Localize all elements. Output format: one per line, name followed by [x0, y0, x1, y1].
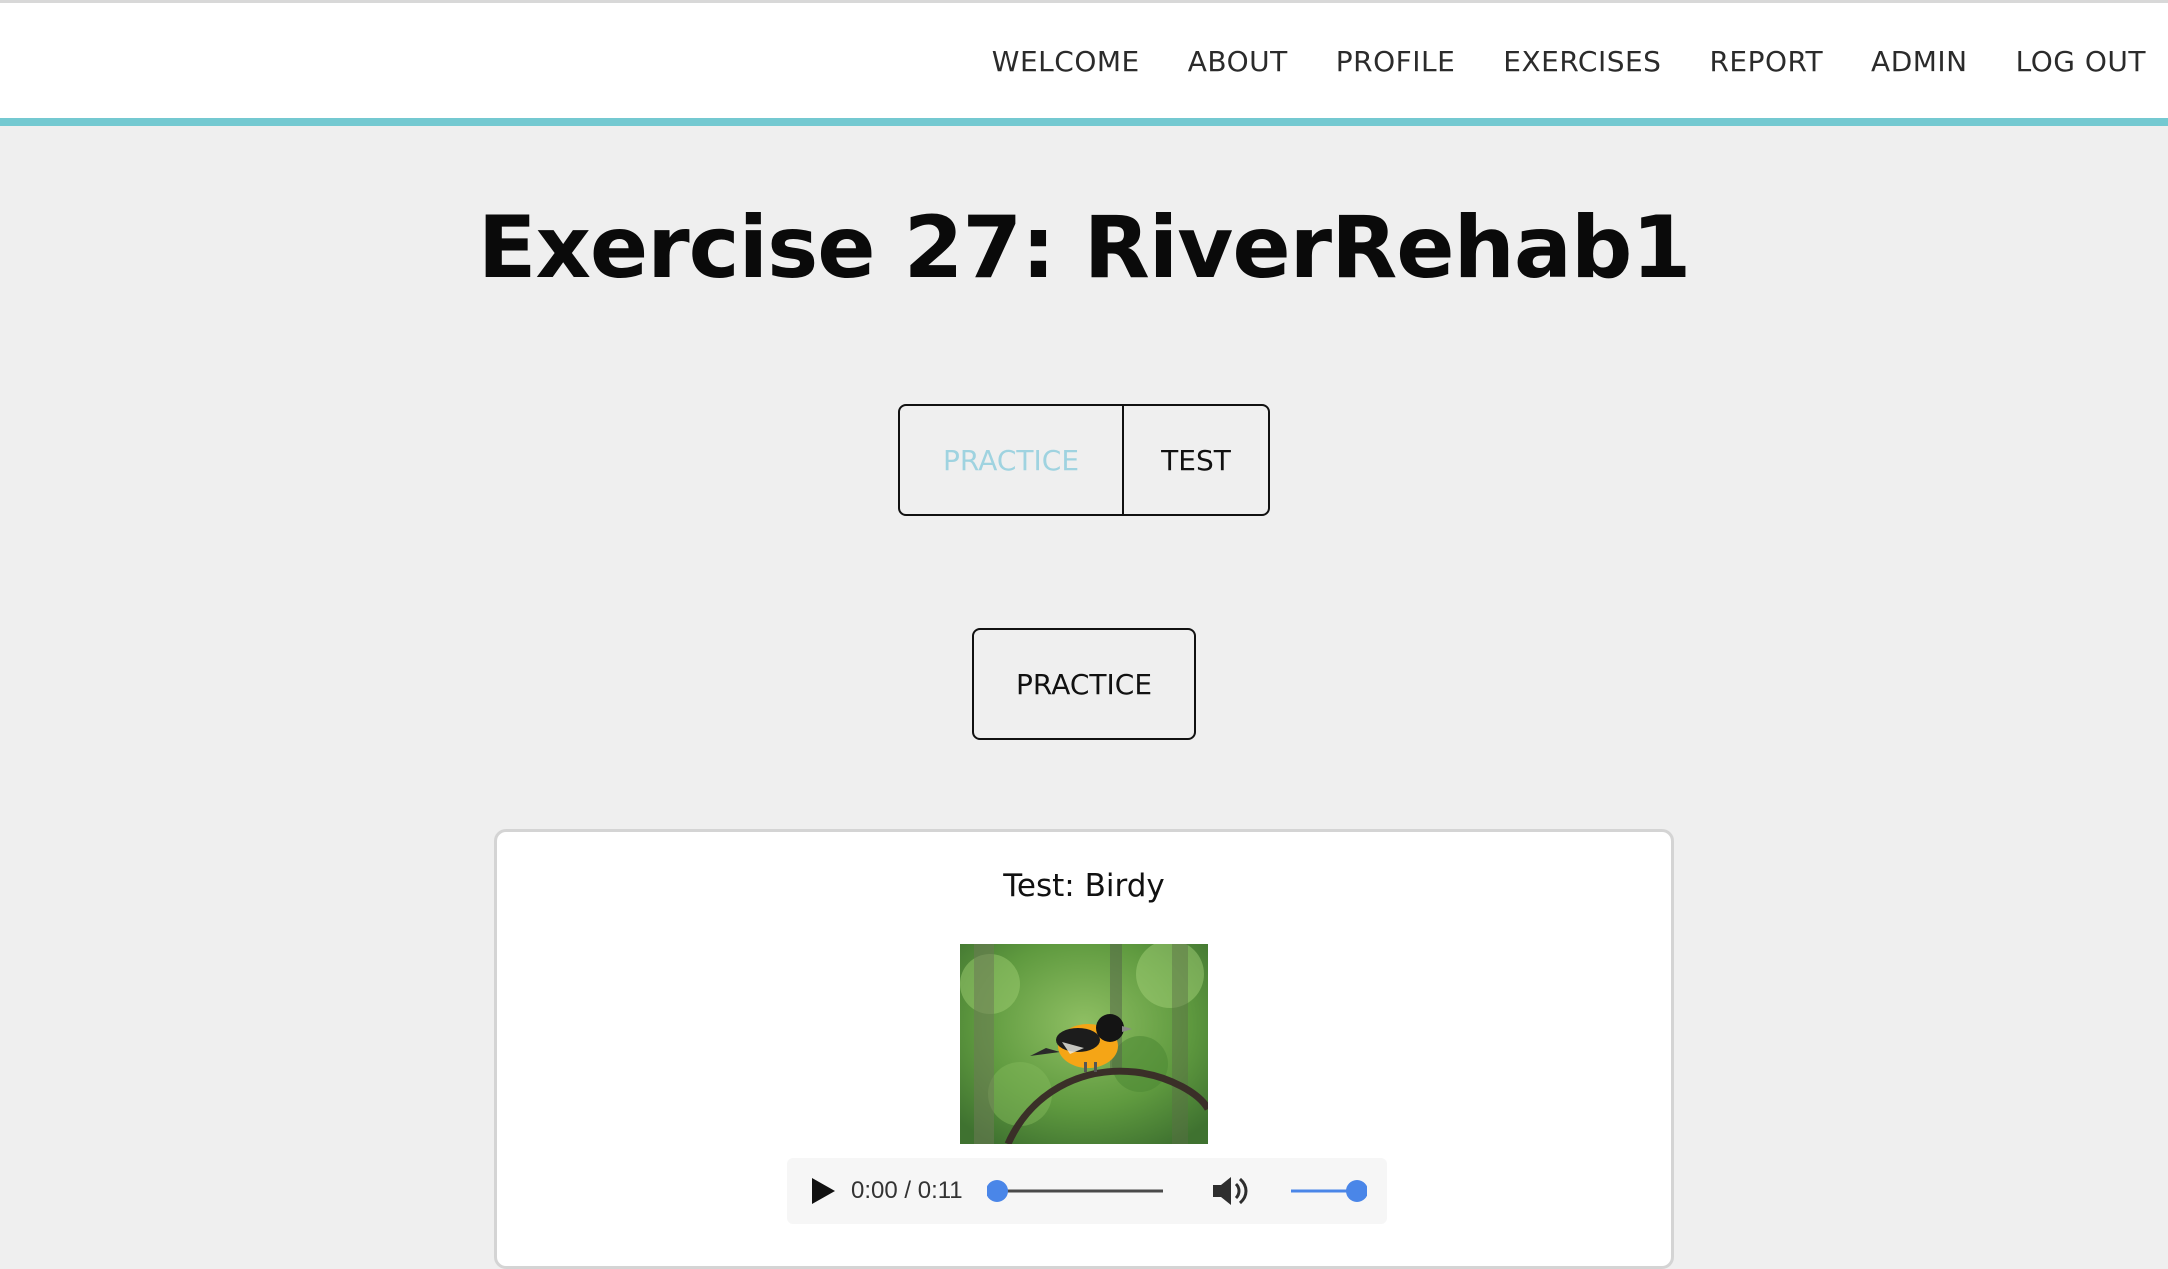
tab-test[interactable]: TEST: [1124, 406, 1268, 514]
card-title: Test: Birdy: [1003, 868, 1165, 904]
volume-slider[interactable]: [1287, 1178, 1367, 1204]
mode-toggle: PRACTICE TEST: [898, 404, 1270, 516]
volume-icon[interactable]: [1211, 1174, 1251, 1208]
nav-exercises[interactable]: EXERCISES: [1503, 45, 1661, 78]
header-accent-line: [0, 118, 2168, 126]
bird-image: [960, 944, 1208, 1144]
nav-report[interactable]: REPORT: [1709, 45, 1823, 78]
audio-player: 0:00 / 0:11: [787, 1158, 1387, 1224]
nav-welcome[interactable]: WELCOME: [992, 45, 1140, 78]
tab-practice[interactable]: PRACTICE: [900, 406, 1124, 514]
nav-profile[interactable]: PROFILE: [1336, 45, 1456, 78]
exercise-card: Test: Birdy 0:00 / 0:11: [494, 829, 1674, 1269]
nav-about[interactable]: ABOUT: [1188, 45, 1288, 78]
page-title: Exercise 27: RiverRehab1: [477, 198, 1692, 298]
practice-button[interactable]: PRACTICE: [972, 628, 1196, 740]
main-nav: WELCOME ABOUT PROFILE EXERCISES REPORT A…: [944, 45, 2146, 78]
audio-progress-slider[interactable]: [987, 1178, 1167, 1204]
play-icon[interactable]: [809, 1176, 837, 1206]
top-navigation-bar: WELCOME ABOUT PROFILE EXERCISES REPORT A…: [0, 0, 2168, 118]
nav-admin[interactable]: ADMIN: [1871, 45, 1968, 78]
audio-time: 0:00 / 0:11: [851, 1177, 963, 1204]
nav-log-out[interactable]: LOG OUT: [2016, 45, 2146, 78]
